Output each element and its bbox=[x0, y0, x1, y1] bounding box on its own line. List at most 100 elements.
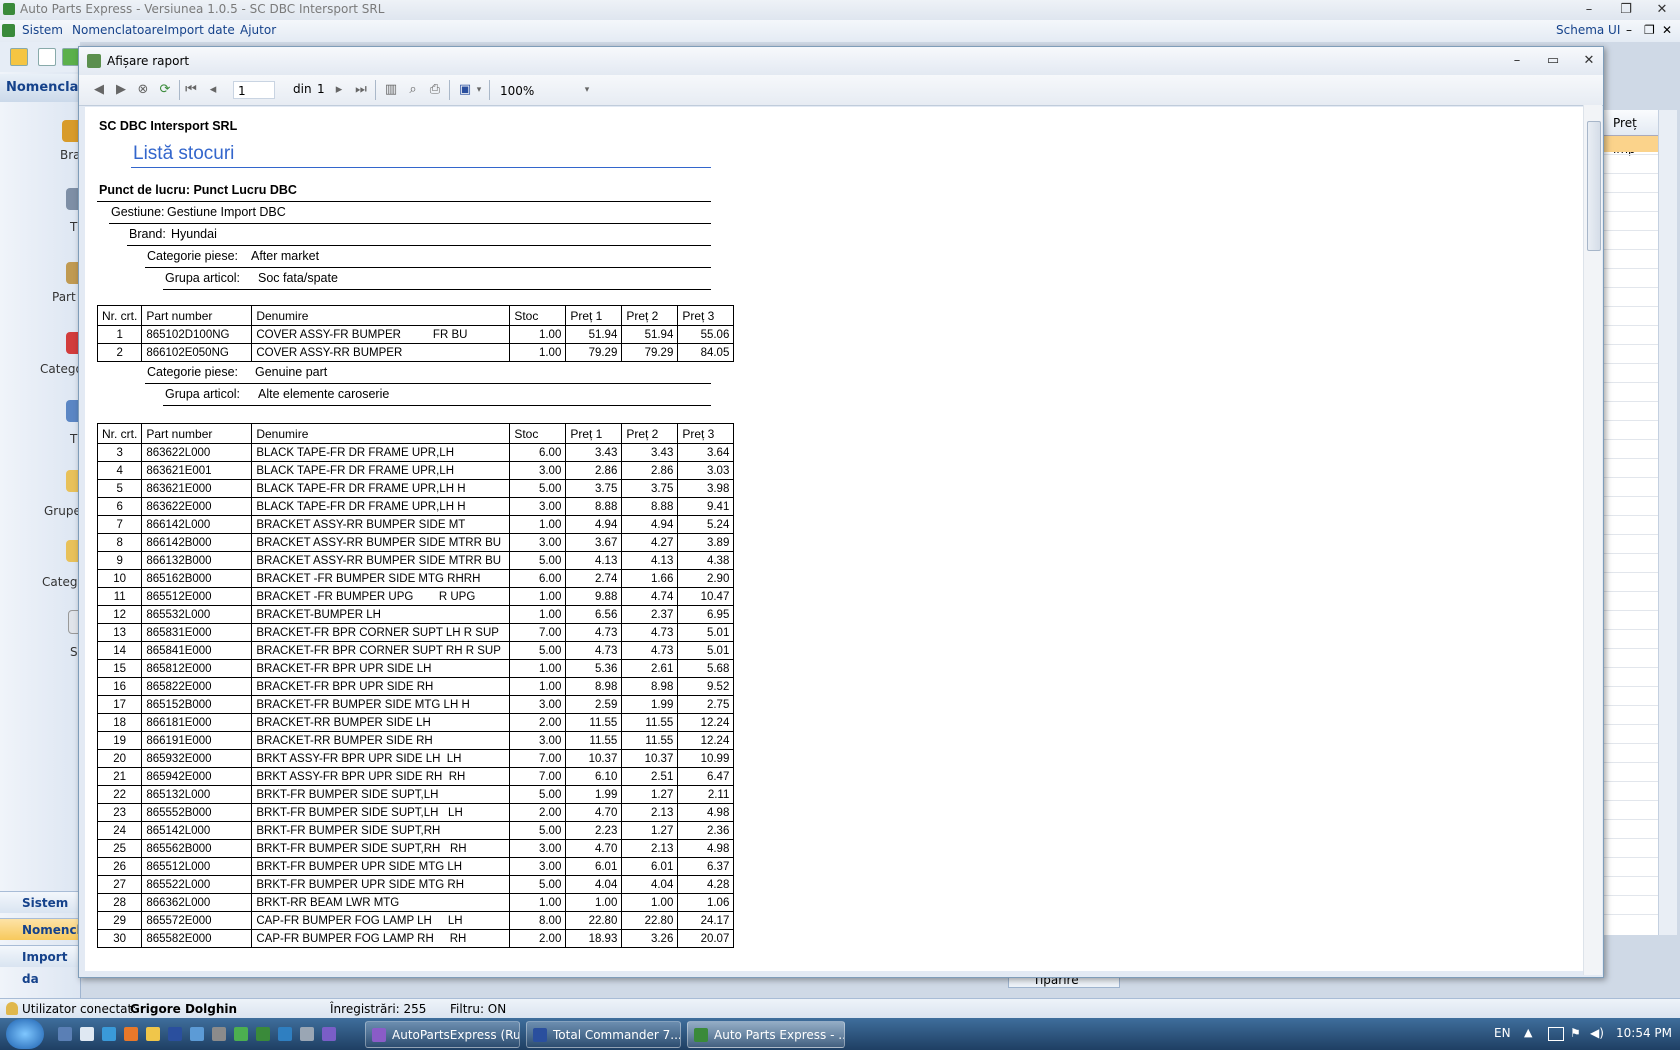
close-button[interactable]: ✕ bbox=[1648, 0, 1676, 20]
nav-item-grupe[interactable]: Grupe bbox=[44, 504, 81, 518]
table-cell: 865562B000 bbox=[141, 839, 253, 858]
explorer-icon[interactable] bbox=[146, 1027, 160, 1041]
grid-selected-row[interactable] bbox=[1603, 136, 1659, 152]
task-label-3: Auto Parts Express - ... bbox=[714, 1028, 845, 1042]
task-total-commander[interactable]: Total Commander 7.... bbox=[526, 1021, 681, 1048]
grid-line bbox=[1603, 192, 1659, 193]
current-page-input[interactable]: 1 bbox=[233, 81, 275, 99]
table-cell: 3.75 bbox=[621, 479, 679, 498]
toggle-view-icon[interactable]: ▥ bbox=[383, 82, 399, 98]
tray-arrow-icon[interactable]: ▲ bbox=[1524, 1026, 1532, 1039]
menubar: Sistem Nomenclatoare Import date Ajutor … bbox=[0, 20, 1680, 42]
table-cell: 2.59 bbox=[565, 695, 623, 714]
grid-line bbox=[1603, 591, 1659, 592]
category-label-2: Categorie piese: bbox=[147, 365, 239, 379]
table-row: 27 865522L000 BRKT-FR BUMPER UPR SIDE MTG … bbox=[96, 875, 735, 894]
report-vertical-scrollbar[interactable] bbox=[1583, 105, 1602, 975]
zoom-select[interactable]: 100% bbox=[495, 81, 585, 99]
nav-section-sistem[interactable]: Sistem bbox=[0, 891, 78, 913]
menu-ajutor[interactable]: Ajutor bbox=[240, 23, 276, 37]
clock[interactable]: 10:54 PM bbox=[1616, 1026, 1672, 1040]
table-cell: 4.04 bbox=[565, 875, 623, 894]
restore-button[interactable]: ❐ bbox=[1612, 0, 1640, 20]
quicklaunch-icon-10[interactable] bbox=[256, 1027, 270, 1041]
nav-section-nomenclatoare[interactable]: Nomencla bbox=[0, 918, 89, 940]
firefox-icon[interactable] bbox=[124, 1027, 138, 1041]
nav-item-categorii[interactable]: Catego bbox=[40, 362, 83, 376]
quicklaunch-icon-13[interactable] bbox=[322, 1027, 336, 1041]
table-cell: 12 bbox=[96, 605, 143, 624]
network-icon[interactable] bbox=[1548, 1027, 1564, 1041]
brand-label: Brand: bbox=[129, 227, 166, 241]
menu-sistem[interactable]: Sistem bbox=[22, 23, 63, 37]
flag-icon[interactable]: ⚑ bbox=[1570, 1026, 1581, 1040]
table-cell: 11.55 bbox=[565, 731, 623, 750]
scroll-thumb[interactable] bbox=[1587, 121, 1601, 251]
table-row: 2 866102E050NG COVER ASSY-RR BUMPER 1.00 79.… bbox=[96, 343, 735, 362]
quicklaunch-icon-7[interactable] bbox=[190, 1027, 204, 1041]
stop-icon[interactable]: ⊗ bbox=[135, 82, 151, 98]
minimize-button[interactable]: – bbox=[1575, 0, 1603, 20]
report-close-button[interactable]: ✕ bbox=[1575, 51, 1603, 71]
volume-icon[interactable]: ◀) bbox=[1590, 1026, 1604, 1040]
grid-header-pret-import[interactable]: Preț imp bbox=[1603, 110, 1659, 156]
forward-icon[interactable]: ▶ bbox=[113, 82, 129, 98]
table-row: 1 865102D100NG COVER ASSY-FR BUMPER FR BU 1… bbox=[96, 325, 735, 344]
task-auto-parts-express[interactable]: Auto Parts Express - ... bbox=[687, 1021, 845, 1048]
background-grid-scrollbar[interactable] bbox=[1658, 110, 1677, 935]
quicklaunch-icon-11[interactable] bbox=[278, 1027, 292, 1041]
quicklaunch-icon-1[interactable] bbox=[58, 1027, 72, 1041]
language-indicator[interactable]: EN bbox=[1494, 1026, 1511, 1040]
zoom-dropdown-icon[interactable]: ▾ bbox=[579, 82, 595, 98]
table-cell: 9 bbox=[96, 551, 143, 570]
mdi-minimize-button[interactable]: – bbox=[1626, 23, 1632, 37]
table-cell: 866181E000 bbox=[141, 713, 253, 732]
table-cell: 3.43 bbox=[621, 443, 679, 462]
table-cell: 5 bbox=[96, 479, 143, 498]
table-cell: 5.00 bbox=[509, 479, 567, 498]
mdi-close-button[interactable]: ✕ bbox=[1662, 23, 1672, 37]
menu-import-date[interactable]: Import date bbox=[164, 23, 235, 37]
schema-ui-menu[interactable]: Schema UI bbox=[1556, 23, 1620, 37]
refresh-icon[interactable]: ⟳ bbox=[157, 82, 173, 98]
table-cell: 4.73 bbox=[621, 623, 679, 642]
task-autopartsexpress-running[interactable]: AutoPartsExpress (Ru... bbox=[365, 1021, 520, 1048]
quicklaunch-icon-6[interactable] bbox=[168, 1027, 182, 1041]
first-page-icon[interactable]: ⏮ bbox=[183, 82, 199, 98]
grid-line bbox=[1603, 230, 1659, 231]
quicklaunch-icon-12[interactable] bbox=[300, 1027, 314, 1041]
search-icon[interactable]: ⌕ bbox=[405, 82, 421, 98]
table-cell: 6 bbox=[96, 497, 143, 516]
nav-item-part[interactable]: Part bbox=[52, 290, 76, 304]
nav-item-tip[interactable]: T bbox=[70, 220, 77, 234]
quicklaunch-icon-2[interactable] bbox=[80, 1027, 94, 1041]
column-header: Preț 1 bbox=[565, 305, 623, 326]
nav-section-import[interactable]: Import da bbox=[0, 945, 78, 986]
quicklaunch-icon-9[interactable] bbox=[234, 1027, 248, 1041]
menu-nomenclatoare[interactable]: Nomenclatoare bbox=[72, 23, 164, 37]
back-icon[interactable]: ◀ bbox=[91, 82, 107, 98]
next-page-icon[interactable]: ▸ bbox=[331, 82, 347, 98]
table-cell: BRKT-FR BUMPER SIDE SUPT,LH LH bbox=[251, 803, 511, 822]
nav-item-tipuri[interactable]: T bbox=[70, 432, 77, 446]
table-cell: 8.98 bbox=[565, 677, 623, 696]
previous-page-icon[interactable]: ◂ bbox=[205, 82, 221, 98]
records-count: Înregistrări: 255 bbox=[330, 1002, 427, 1016]
table-cell: 866132B000 bbox=[141, 551, 253, 570]
report-maximize-button[interactable]: ▭ bbox=[1539, 51, 1567, 71]
report-minimize-button[interactable]: – bbox=[1503, 51, 1531, 71]
quicklaunch-icon-8[interactable] bbox=[212, 1027, 226, 1041]
key-icon[interactable] bbox=[10, 48, 28, 66]
mdi-restore-button[interactable]: ❐ bbox=[1644, 23, 1655, 37]
export-dropdown-icon[interactable]: ▾ bbox=[471, 82, 487, 98]
table-cell: BRACKET-RR BUMPER SIDE RH bbox=[251, 731, 511, 750]
print-icon[interactable]: ⎙ bbox=[427, 82, 443, 98]
nav-item-s[interactable]: S bbox=[70, 645, 78, 659]
ie-icon[interactable] bbox=[102, 1027, 116, 1041]
last-page-icon[interactable]: ⏭ bbox=[353, 82, 369, 98]
table-cell: 4.73 bbox=[565, 623, 623, 642]
start-button[interactable] bbox=[6, 1019, 44, 1049]
menu-app-icon bbox=[2, 24, 15, 37]
table-cell: 3.43 bbox=[565, 443, 623, 462]
chart-icon[interactable] bbox=[38, 48, 56, 66]
